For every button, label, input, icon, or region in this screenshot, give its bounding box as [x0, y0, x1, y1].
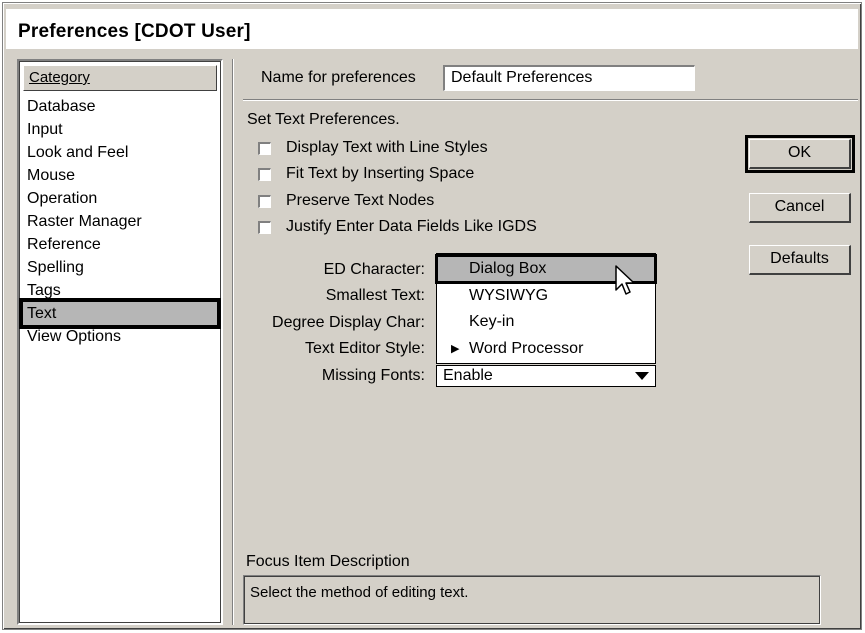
smallest-text-label: Smallest Text:: [325, 287, 425, 304]
title-bar: Preferences [CDOT User]: [6, 9, 858, 49]
cancel-button[interactable]: Cancel: [749, 193, 851, 223]
preserve-text-nodes-checkbox[interactable]: [258, 194, 271, 208]
checkbox-row-fit-text[interactable]: Fit Text by Inserting Space: [258, 163, 474, 185]
category-item-mouse[interactable]: Mouse: [25, 164, 215, 187]
ed-character-label: ED Character:: [323, 261, 425, 278]
preserve-text-nodes-label: Preserve Text Nodes: [286, 192, 435, 209]
category-header-label: Category: [29, 69, 90, 86]
degree-display-char-label: Degree Display Char:: [272, 314, 425, 331]
checkbox-row-preserve-nodes[interactable]: Preserve Text Nodes: [258, 190, 434, 212]
focus-item-description-label: Focus Item Description: [246, 553, 410, 570]
window-title: Preferences [CDOT User]: [18, 21, 251, 42]
category-item-text[interactable]: Text: [19, 298, 221, 329]
triangle-down-icon[interactable]: [635, 372, 649, 380]
defaults-button[interactable]: Defaults: [749, 245, 851, 275]
category-item-tags[interactable]: Tags: [25, 279, 215, 302]
category-item-database[interactable]: Database: [25, 95, 215, 118]
category-item-raster-manager[interactable]: Raster Manager: [25, 210, 215, 233]
name-for-preferences-label: Name for preferences: [261, 69, 416, 86]
text-editor-style-label: Text Editor Style:: [304, 340, 425, 357]
checkbox-row-display-text[interactable]: Display Text with Line Styles: [258, 137, 488, 159]
section-heading: Set Text Preferences.: [247, 111, 400, 128]
arrow-cursor-icon: [615, 265, 635, 295]
justify-igds-label: Justify Enter Data Fields Like IGDS: [286, 218, 537, 235]
missing-fonts-select[interactable]: Enable: [436, 365, 656, 387]
display-text-line-styles-label: Display Text with Line Styles: [286, 139, 488, 156]
option-word-processor-label: Word Processor: [469, 340, 584, 357]
display-text-line-styles-checkbox[interactable]: [258, 141, 271, 155]
name-for-preferences-input[interactable]: Default Preferences: [443, 65, 695, 91]
fit-text-label: Fit Text by Inserting Space: [286, 165, 475, 182]
category-item-input[interactable]: Input: [25, 118, 215, 141]
option-key-in[interactable]: Key-in: [437, 309, 655, 335]
option-word-processor[interactable]: ▶ Word Processor: [437, 336, 655, 362]
missing-fonts-label: Missing Fonts:: [321, 367, 425, 384]
ok-button[interactable]: OK: [745, 135, 855, 173]
missing-fonts-value: Enable: [443, 367, 493, 384]
category-item-operation[interactable]: Operation: [25, 187, 215, 210]
checkbox-row-justify[interactable]: Justify Enter Data Fields Like IGDS: [258, 216, 537, 238]
category-header[interactable]: Category: [23, 65, 217, 91]
justify-igds-checkbox[interactable]: [258, 220, 271, 234]
focus-item-description-box: Select the method of editing text.: [243, 575, 821, 625]
category-item-look-and-feel[interactable]: Look and Feel: [25, 141, 215, 164]
triangle-right-icon: ▶: [451, 343, 460, 355]
category-item-reference[interactable]: Reference: [25, 233, 215, 256]
category-item-spelling[interactable]: Spelling: [25, 256, 215, 279]
category-list[interactable]: Category Database Input Look and Feel Mo…: [17, 59, 223, 625]
preferences-dialog: Preferences [CDOT User] Category Databas…: [2, 2, 862, 630]
category-item-view-options[interactable]: View Options: [25, 325, 215, 348]
section-divider: [243, 99, 858, 101]
fit-text-checkbox[interactable]: [258, 167, 271, 181]
